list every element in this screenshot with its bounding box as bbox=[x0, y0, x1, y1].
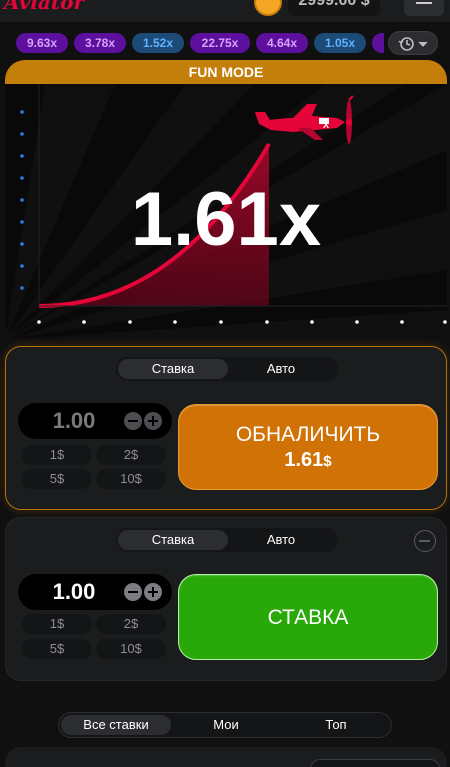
cashout-button[interactable]: ОБНАЛИЧИТЬ 1.61$ bbox=[178, 404, 438, 490]
minus-icon bbox=[128, 420, 138, 422]
bets-list-panel bbox=[5, 747, 447, 767]
quick-bet-1[interactable]: 1$ bbox=[22, 445, 92, 465]
tab-my-bets[interactable]: Мои bbox=[171, 715, 281, 735]
bet-amount-input[interactable]: 1.00 bbox=[18, 403, 130, 439]
history-toggle-button[interactable] bbox=[388, 31, 438, 55]
minus-icon bbox=[128, 591, 138, 593]
bet-amount-stepper: 1.00 bbox=[18, 403, 172, 439]
history-item[interactable]: 3.78x bbox=[74, 33, 126, 53]
cashout-amount: 1.61$ bbox=[284, 449, 332, 471]
quick-bet-10[interactable]: 10$ bbox=[96, 469, 166, 489]
svg-text:X: X bbox=[323, 120, 329, 130]
bet-amount-stepper: 1.00 bbox=[18, 574, 172, 610]
history-item[interactable]: 1.52x bbox=[132, 33, 184, 53]
cashout-label: ОБНАЛИЧИТЬ bbox=[235, 423, 381, 446]
fun-mode-banner: FUN MODE bbox=[5, 60, 447, 84]
tab-top-bets[interactable]: Топ bbox=[281, 715, 391, 735]
history-clock-icon bbox=[398, 37, 428, 51]
increase-button[interactable] bbox=[144, 412, 162, 430]
tab-bet[interactable]: Ставка bbox=[118, 530, 228, 550]
tab-auto[interactable]: Авто bbox=[226, 530, 336, 550]
history-item-partial bbox=[372, 33, 384, 53]
coin-icon bbox=[254, 0, 282, 16]
aviator-logo: Aviator bbox=[4, 0, 84, 14]
quick-bet-1[interactable]: 1$ bbox=[22, 614, 92, 634]
history-item[interactable]: 22.75x bbox=[190, 33, 250, 53]
previous-round-button[interactable] bbox=[310, 759, 440, 767]
balance-display: 2999.00 $ bbox=[288, 0, 380, 16]
menu-button[interactable] bbox=[404, 0, 444, 16]
decrease-button[interactable] bbox=[124, 583, 142, 601]
bet-mode-switcher: Ставка Авто bbox=[116, 357, 338, 381]
quick-bet-2[interactable]: 2$ bbox=[96, 614, 166, 634]
history-item[interactable]: 1.05x bbox=[314, 33, 366, 53]
quick-bet-5[interactable]: 5$ bbox=[22, 639, 92, 659]
history-item[interactable]: 4.64x bbox=[256, 33, 308, 53]
history-item[interactable]: 9.63x bbox=[16, 33, 68, 53]
increase-button[interactable] bbox=[144, 583, 162, 601]
place-bet-button[interactable]: СТАВКА bbox=[178, 574, 438, 660]
place-bet-label: СТАВКА bbox=[267, 606, 349, 629]
bet-amount-input[interactable]: 1.00 bbox=[18, 574, 130, 610]
bets-tabs: Все ставки Мои Топ bbox=[58, 712, 392, 738]
tab-bet[interactable]: Ставка bbox=[118, 359, 228, 379]
current-multiplier: 1.61x bbox=[130, 177, 322, 262]
top-bar: Aviator 2999.00 $ bbox=[0, 0, 450, 22]
decrease-button[interactable] bbox=[124, 412, 142, 430]
history-bar: 9.63x 3.78x 1.52x 22.75x 4.64x 1.05x bbox=[0, 28, 450, 58]
bet-panel-1: Ставка Авто 1.00 1$ 2$ 5$ 10$ ОБНАЛИЧИТЬ… bbox=[5, 346, 447, 510]
tab-all-bets[interactable]: Все ставки bbox=[61, 715, 171, 735]
remove-panel-button[interactable] bbox=[414, 530, 436, 552]
game-canvas: X FUN MODE 1.61x bbox=[5, 60, 447, 340]
quick-bet-10[interactable]: 10$ bbox=[96, 639, 166, 659]
quick-bet-2[interactable]: 2$ bbox=[96, 445, 166, 465]
minus-icon bbox=[419, 540, 430, 542]
tab-auto[interactable]: Авто bbox=[226, 359, 336, 379]
quick-bet-5[interactable]: 5$ bbox=[22, 469, 92, 489]
bet-panel-2: Ставка Авто 1.00 1$ 2$ 5$ 10$ СТАВКА bbox=[5, 517, 447, 681]
bet-mode-switcher: Ставка Авто bbox=[116, 528, 338, 552]
